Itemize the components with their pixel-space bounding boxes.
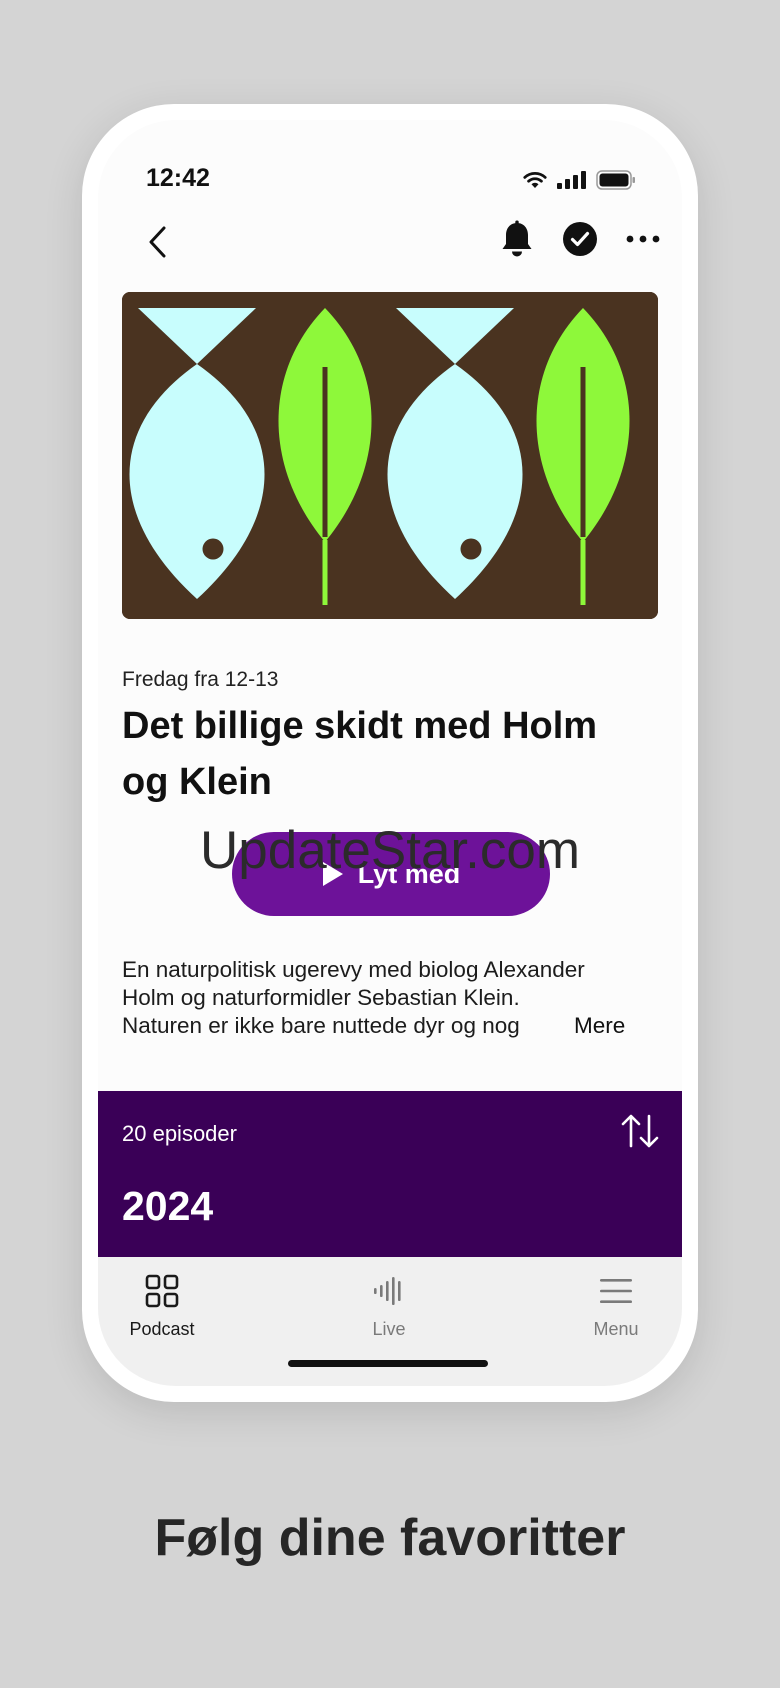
broadcast-schedule: Fredag fra 12-13 [122, 668, 279, 691]
chevron-left-icon [149, 226, 166, 258]
program-title: Det billige skidt med Holm og Klein [122, 705, 598, 803]
menu-icon [600, 1279, 632, 1303]
program-description: En naturpolitisk ugerevy med biolog Alex… [122, 956, 658, 1040]
description-line: Holm og naturformidler Sebastian Klein. [122, 985, 520, 1010]
sort-button[interactable] [620, 1113, 660, 1154]
more-horizontal-icon [626, 235, 660, 243]
tab-label: Live [372, 1319, 406, 1339]
status-time: 12:42 [146, 164, 210, 192]
episode-count: 20 episoder [122, 1121, 237, 1146]
back-button[interactable] [138, 222, 178, 262]
battery-icon [596, 170, 635, 190]
bell-icon [502, 220, 532, 257]
cellular-signal-icon [557, 171, 586, 189]
status-icons [522, 170, 636, 190]
tab-podcast[interactable]: Podcast [102, 1271, 222, 1340]
more-link[interactable]: Mere [524, 1012, 658, 1040]
tab-menu[interactable]: Menu [556, 1271, 676, 1340]
tab-label: Podcast [129, 1319, 195, 1339]
description-line: En naturpolitisk ugerevy med biolog Alex… [122, 957, 585, 982]
year-heading: 2024 [122, 1183, 214, 1229]
episodes-section: 20 episoder 2024 [98, 1091, 682, 1257]
nav-bar [98, 212, 682, 272]
description-line: Naturen er ikke bare nuttede dyr og nog [122, 1013, 520, 1038]
tab-label: Menu [593, 1319, 639, 1339]
more-options-button[interactable] [626, 234, 660, 244]
notifications-button[interactable] [500, 220, 534, 258]
podcast-cover-art [122, 292, 658, 619]
phone-frame: 12:42 Fredag fra 12-13 Det billige skidt… [82, 104, 698, 1402]
follow-button[interactable] [562, 221, 598, 257]
status-bar: 12:42 [98, 164, 682, 204]
live-bars-icon [374, 1277, 401, 1305]
description-line-truncated: Naturen er ikke bare nuttede dyr og nog … [122, 1012, 658, 1040]
wifi-icon [523, 172, 547, 188]
grid-icon [145, 1274, 179, 1308]
app-screen: 12:42 Fredag fra 12-13 Det billige skidt… [98, 120, 682, 1386]
sort-arrows-icon [621, 1114, 659, 1148]
tab-live[interactable]: Live [329, 1271, 449, 1340]
check-circle-icon [563, 222, 597, 256]
nav-actions [500, 220, 660, 258]
promo-caption: Følg dine favoritter [154, 1509, 626, 1567]
home-indicator[interactable] [288, 1360, 488, 1367]
watermark-text: UpdateStar.com [199, 821, 581, 880]
